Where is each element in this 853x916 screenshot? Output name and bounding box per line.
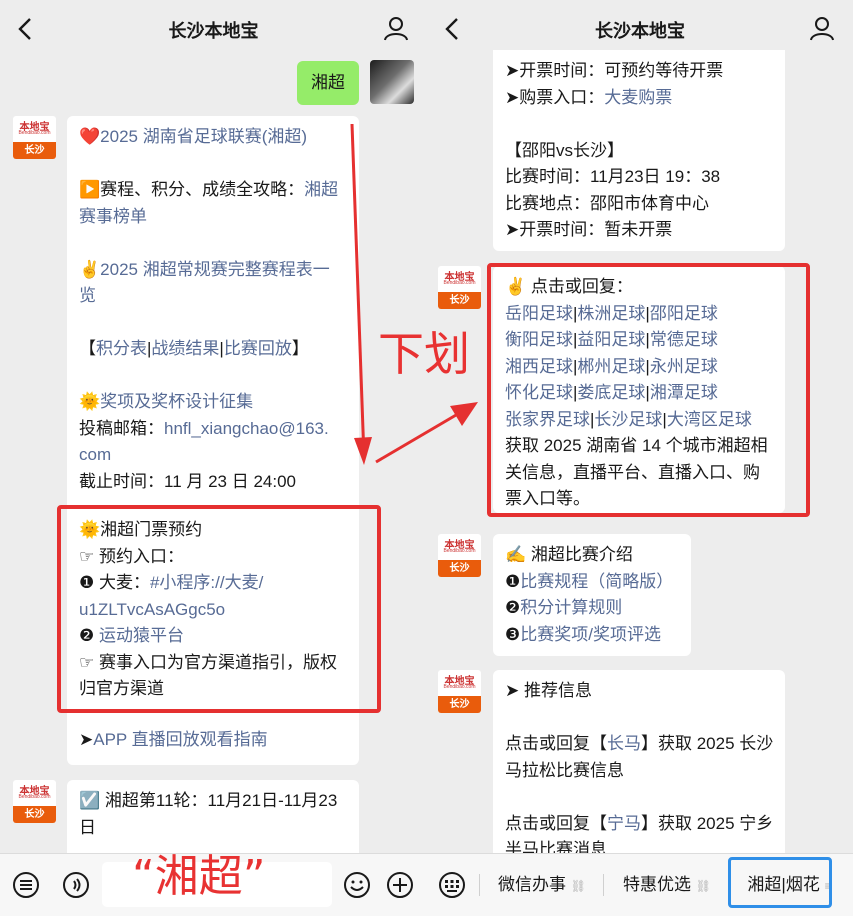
chat-title: 长沙本地宝 bbox=[168, 21, 259, 41]
awards-link[interactable]: 比赛奖项/奖项评选 bbox=[520, 625, 661, 644]
changma-link[interactable]: 长马 bbox=[607, 734, 641, 753]
brand-site-text: Bendibao.com bbox=[443, 548, 476, 554]
emoji-icon[interactable] bbox=[343, 871, 371, 899]
reply-hint: 】获取 2025 宁乡 bbox=[641, 813, 774, 833]
brand-avatar[interactable]: 本地宝 Bendibao.com 长沙 bbox=[438, 670, 481, 713]
victory-hand-icon: ✌️ bbox=[79, 259, 101, 279]
recommend-head: ➤ 推荐信息 bbox=[505, 681, 592, 700]
menu-highlight-box bbox=[728, 857, 832, 908]
menu-separator bbox=[479, 874, 480, 896]
pointer-arrow-icon bbox=[375, 402, 478, 464]
email-link[interactable]: hnfl_xiangchao@163. bbox=[164, 419, 329, 438]
reply-bubble-ticket-info: ➤开票时间：可预约等待开票 ➤购票入口：大麦购票 【邵阳vs长沙】 比赛时间：1… bbox=[493, 50, 785, 251]
sun-icon: 🌞 bbox=[79, 392, 101, 411]
ningma-link[interactable]: 宁马 bbox=[607, 814, 641, 833]
number-three: ❸ bbox=[505, 624, 521, 644]
brand-city-text: 长沙 bbox=[13, 806, 56, 823]
damai-purchase-link[interactable]: 大麦购票 bbox=[604, 88, 672, 107]
rules-link[interactable]: 比赛规程（简略版） bbox=[520, 572, 673, 591]
app-guide-link[interactable]: APP 直播回放观看指南 bbox=[93, 730, 267, 749]
menu-label: 特惠优选 bbox=[623, 875, 692, 894]
full-schedule-link-cont[interactable]: 览 bbox=[79, 286, 96, 305]
brand-city-text: 长沙 bbox=[438, 696, 481, 713]
points-table-link[interactable]: 积分表 bbox=[96, 339, 147, 358]
points-rules-link[interactable]: 积分计算规则 bbox=[520, 598, 622, 617]
chat-header: 长沙本地宝 bbox=[0, 0, 427, 58]
menu-wechat-service[interactable]: 微信办事 ⛓ bbox=[482, 854, 602, 916]
ranking-link[interactable]: 湘超 bbox=[304, 180, 338, 199]
intro-head: ✍️ 湘超比赛介绍 bbox=[505, 545, 633, 564]
person-icon[interactable] bbox=[809, 15, 835, 41]
award-design-link[interactable]: 奖项及奖杯设计征集 bbox=[100, 392, 253, 411]
heart-icon: ❤️ bbox=[79, 127, 101, 146]
reply-hint-cont: 马拉松比赛信息 bbox=[505, 760, 624, 780]
brand-city-text: 长沙 bbox=[438, 292, 481, 309]
round11-text-cont: 日 bbox=[79, 817, 96, 837]
menu-special-offers[interactable]: 特惠优选 ⛓ bbox=[607, 854, 727, 916]
reply-hint: 点击或回复【 bbox=[505, 734, 607, 753]
brand-avatar[interactable]: 本地宝 Bendibao.com 长沙 bbox=[13, 780, 56, 823]
replay-link[interactable]: 比赛回放 bbox=[224, 339, 292, 358]
brand-avatar[interactable]: 本地宝 Bendibao.com 长沙 bbox=[13, 116, 56, 159]
match-time: 比赛时间：11月23日 19：38 bbox=[505, 167, 721, 186]
purchase-entry-label: ➤购票入口： bbox=[505, 87, 605, 107]
brand-avatar[interactable]: 本地宝 Bendibao.com 长沙 bbox=[438, 534, 481, 577]
list-icon[interactable] bbox=[12, 871, 40, 899]
plus-icon[interactable] bbox=[386, 871, 414, 899]
ticket-open-time: ➤开票时间：可预约等待开票 bbox=[505, 61, 724, 80]
match-ticket-status: ➤开票时间：暂未开票 bbox=[505, 220, 673, 239]
reply-hint: 点击或回复【 bbox=[505, 813, 607, 833]
brand-site-text: Bendibao.com bbox=[18, 794, 51, 800]
swipe-annotation: 下划 bbox=[378, 327, 470, 381]
keyboard-icon[interactable] bbox=[438, 871, 466, 899]
deadline-text: 截止时间：11 月 23 日 24:00 bbox=[79, 471, 296, 491]
brand-site-text: Bendibao.com bbox=[443, 280, 476, 286]
reply-bubble-recommend: ➤ 推荐信息 点击或回复【长马】获取 2025 长沙 马拉松比赛信息 点击或回复… bbox=[493, 670, 785, 860]
number-one: ❶ bbox=[505, 571, 521, 591]
email-label: 投稿邮箱： bbox=[79, 418, 164, 438]
menu-label: 微信办事 bbox=[498, 875, 567, 894]
ticket-highlight-box bbox=[57, 505, 381, 713]
play-icon: ▶️ bbox=[79, 180, 101, 199]
schedule-guide-text: 赛程、积分、成绩全攻略： bbox=[100, 180, 305, 199]
user-avatar[interactable] bbox=[370, 60, 414, 104]
menu-separator bbox=[603, 874, 604, 896]
sent-message-text: 湘超 bbox=[311, 73, 345, 92]
results-link[interactable]: 战绩结果 bbox=[151, 339, 219, 358]
left-chat-panel: 长沙本地宝 湘超 本地宝 Bendibao.com 长沙 ❤️2025 湖南省足… bbox=[0, 0, 427, 916]
brand-site-text: Bendibao.com bbox=[443, 684, 476, 690]
number-two: ❷ bbox=[505, 598, 521, 617]
cities-highlight-box bbox=[487, 263, 810, 517]
person-icon[interactable] bbox=[383, 15, 409, 41]
bracket-open: 【 bbox=[79, 339, 96, 358]
match-venue: 比赛地点：邵阳市体育中心 bbox=[505, 193, 709, 213]
email-link-cont[interactable]: com bbox=[79, 445, 111, 464]
voice-icon[interactable] bbox=[62, 871, 90, 899]
full-schedule-link[interactable]: 2025 湘超常规赛完整赛程表一 bbox=[100, 260, 330, 279]
arrow-icon: ➤ bbox=[79, 729, 94, 749]
reply-bubble-intro: ✍️ 湘超比赛介绍 ❶比赛规程（简略版） ❷积分计算规则 ❸比赛奖项/奖项评选 bbox=[493, 534, 691, 656]
brand-city-text: 长沙 bbox=[438, 560, 481, 577]
brand-city-text: 长沙 bbox=[13, 142, 56, 159]
reply-hint: 】获取 2025 长沙 bbox=[641, 734, 774, 753]
brand-avatar[interactable]: 本地宝 Bendibao.com 长沙 bbox=[438, 266, 481, 309]
round11-text: ☑️ 湘超第11轮：11月21日-11月23 bbox=[79, 791, 338, 810]
league-title-link[interactable]: 2025 湖南省足球联赛(湘超) bbox=[100, 127, 307, 146]
brand-site-text: Bendibao.com bbox=[18, 130, 51, 136]
ranking-link-cont[interactable]: 赛事榜单 bbox=[79, 207, 147, 226]
link-icon: ⛓ bbox=[695, 879, 711, 893]
match-title: 【邵阳vs长沙】 bbox=[505, 140, 624, 160]
link-icon: ⛓ bbox=[570, 879, 586, 893]
bracket-close: 】 bbox=[291, 339, 309, 358]
chat-title: 长沙本地宝 bbox=[595, 21, 685, 41]
quote-annotation: “湘超” bbox=[132, 851, 266, 902]
sent-message-bubble[interactable]: 湘超 bbox=[297, 61, 359, 105]
right-chat-panel: 长沙本地宝 ➤开票时间：可预约等待开票 ➤购票入口：大麦购票 【邵阳vs长沙】 … bbox=[427, 0, 853, 916]
